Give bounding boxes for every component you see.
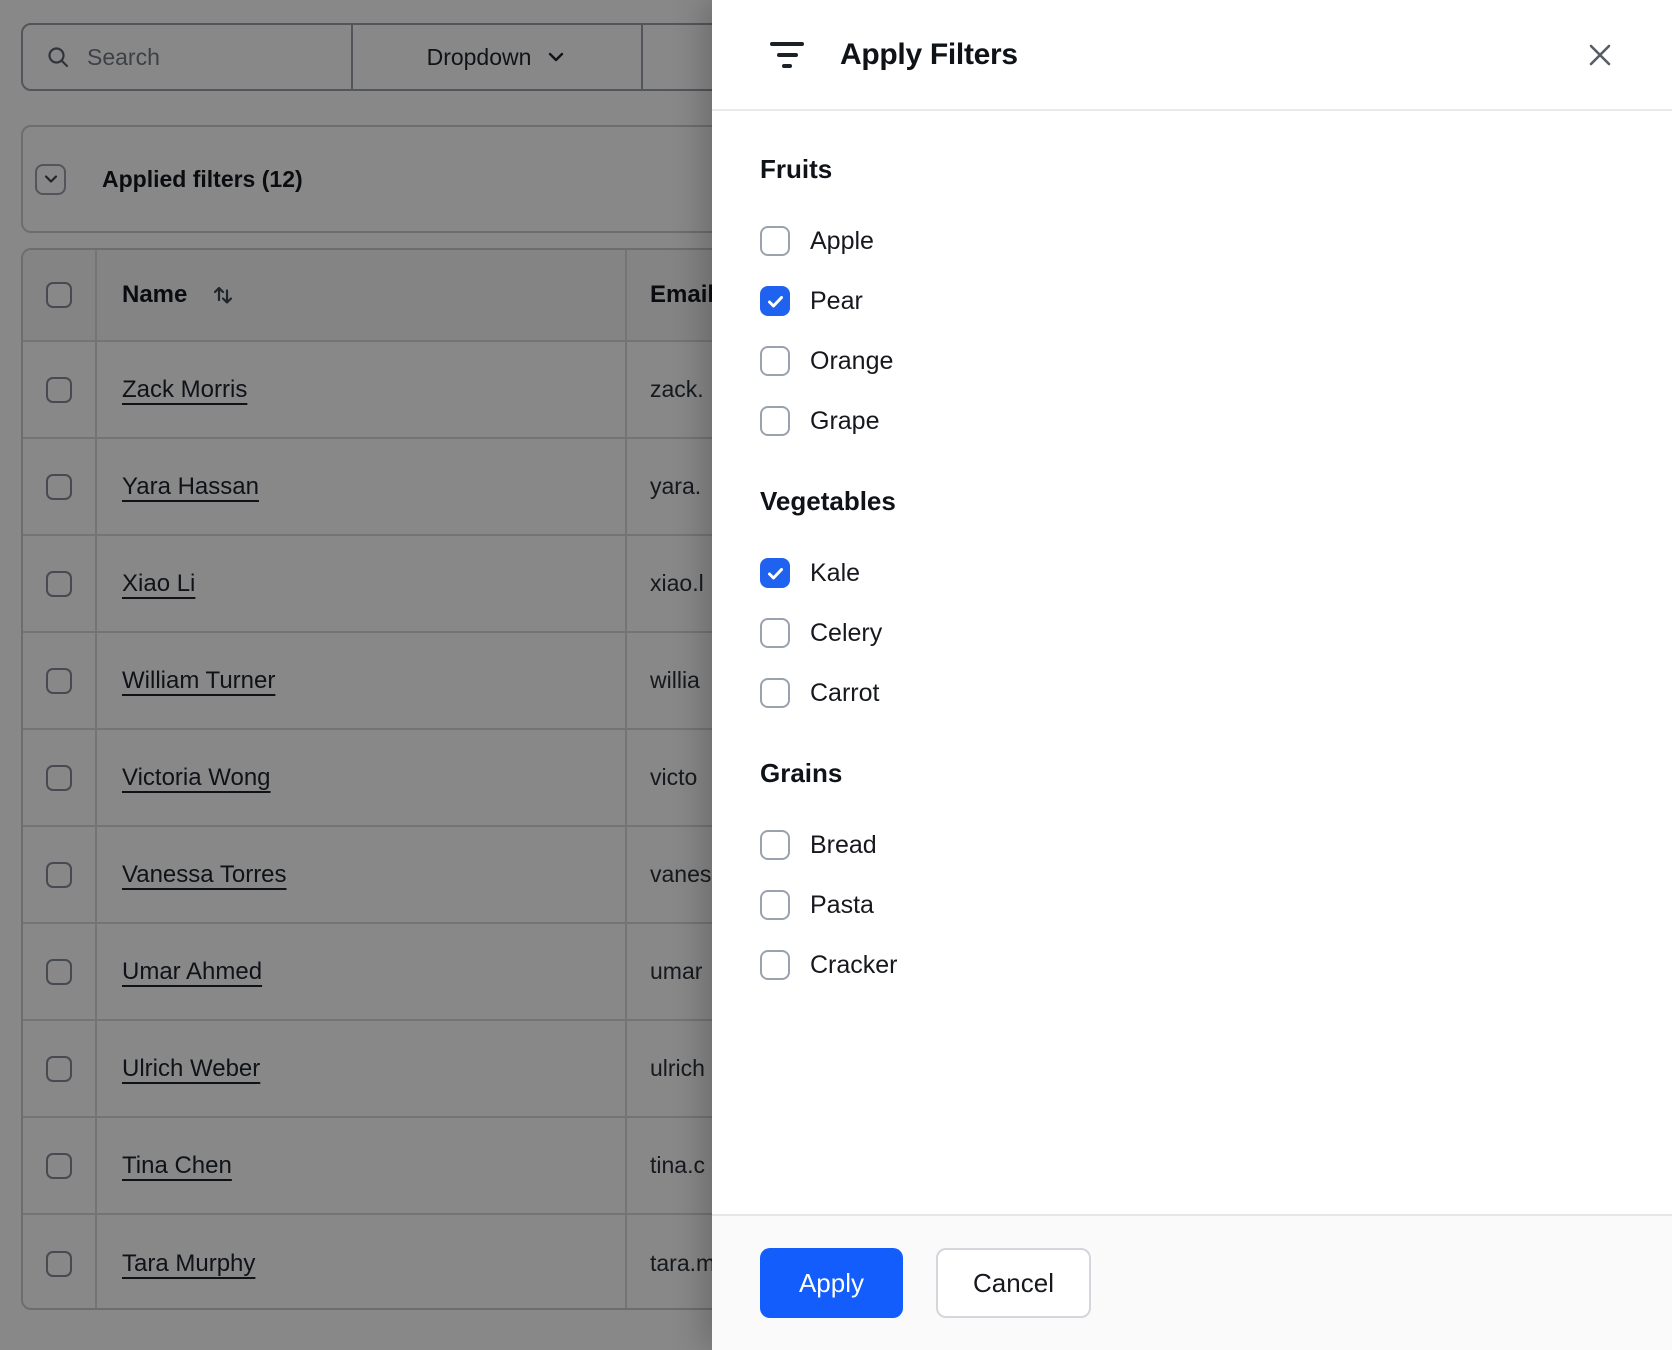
filter-checkbox[interactable]	[760, 406, 790, 436]
filter-option[interactable]: Carrot	[760, 663, 1624, 723]
filter-checkbox[interactable]	[760, 830, 790, 860]
apply-filters-drawer: Apply Filters Fruits Apple Pear Orange G…	[712, 0, 1672, 1350]
filter-option[interactable]: Kale	[760, 543, 1624, 603]
filter-icon	[769, 41, 805, 68]
filter-option[interactable]: Grape	[760, 391, 1624, 451]
filter-option-label: Orange	[810, 346, 894, 375]
apply-button[interactable]: Apply	[760, 1248, 903, 1318]
filter-section-title: Fruits	[760, 154, 833, 184]
filter-option[interactable]: Bread	[760, 815, 1624, 875]
drawer-title: Apply Filters	[840, 37, 1018, 71]
drawer-body: Fruits Apple Pear Orange Grape Vegetable…	[712, 111, 1672, 995]
filter-option-label: Cracker	[810, 950, 898, 979]
cancel-button[interactable]: Cancel	[936, 1248, 1091, 1318]
filter-option-label: Kale	[810, 558, 861, 587]
filter-checkbox[interactable]	[760, 226, 790, 256]
filter-option-label: Carrot	[810, 678, 880, 707]
filter-checkbox[interactable]	[760, 286, 790, 316]
filter-option[interactable]: Pasta	[760, 875, 1624, 935]
drawer-footer: Apply Cancel	[712, 1214, 1672, 1350]
filter-option-label: Grape	[810, 406, 880, 435]
filter-option[interactable]: Celery	[760, 603, 1624, 663]
screen: Dropdown Applied filters (12) N	[0, 0, 1672, 1350]
close-button[interactable]	[1583, 38, 1617, 72]
filter-checkbox[interactable]	[760, 678, 790, 708]
filter-option-label: Celery	[810, 618, 883, 647]
filter-section: Vegetables Kale Celery Carrot	[760, 485, 1624, 723]
filter-section: Grains Bread Pasta Cracker	[760, 757, 1624, 995]
filter-option[interactable]: Apple	[760, 211, 1624, 271]
checkmark-icon	[767, 567, 783, 579]
filter-section: Fruits Apple Pear Orange Grape	[760, 153, 1624, 451]
filter-option[interactable]: Orange	[760, 331, 1624, 391]
filter-checkbox[interactable]	[760, 558, 790, 588]
filter-section-title: Grains	[760, 758, 843, 788]
filter-checkbox[interactable]	[760, 346, 790, 376]
filter-option-label: Bread	[810, 830, 877, 859]
drawer-header: Apply Filters	[712, 0, 1672, 111]
filter-checkbox[interactable]	[760, 950, 790, 980]
filter-option-label: Pasta	[810, 890, 874, 919]
filter-section-title: Vegetables	[760, 486, 896, 516]
filter-option[interactable]: Pear	[760, 271, 1624, 331]
filter-checkbox[interactable]	[760, 618, 790, 648]
filter-option-label: Pear	[810, 286, 863, 315]
filter-option[interactable]: Cracker	[760, 935, 1624, 995]
filter-checkbox[interactable]	[760, 890, 790, 920]
checkmark-icon	[767, 295, 783, 307]
close-icon	[1589, 44, 1611, 65]
filter-option-label: Apple	[810, 226, 874, 255]
